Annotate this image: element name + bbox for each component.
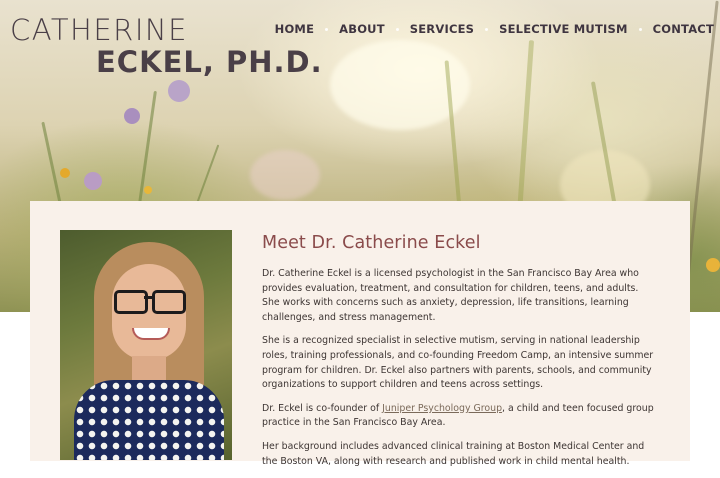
about-paragraph-4: Her background includes advanced clinica… — [262, 440, 645, 467]
nav-services[interactable]: SERVICES — [410, 22, 474, 36]
nav-contact[interactable]: CONTACT — [653, 22, 714, 36]
nav-separator-dot — [485, 27, 489, 31]
logo-last-name-credentials: ECKEL, PH.D. — [96, 45, 323, 79]
nav-separator-dot — [638, 27, 642, 31]
photo-polka-dot-shirt — [74, 380, 224, 460]
photo-glasses-left — [114, 290, 148, 314]
photo-glasses-bridge — [144, 296, 152, 299]
about-content: Meet Dr. Catherine Eckel Dr. Catherine E… — [262, 233, 658, 478]
about-heading: Meet Dr. Catherine Eckel — [262, 233, 481, 253]
portrait-photo — [60, 230, 232, 460]
about-card: Meet Dr. Catherine Eckel Dr. Catherine E… — [30, 201, 690, 467]
about-paragraph-3-lead: Dr. Eckel is co-founder of — [262, 402, 383, 414]
photo-smile — [132, 328, 170, 340]
about-paragraph-2: She is a recognized specialist in select… — [262, 335, 654, 391]
juniper-psychology-group-link[interactable]: Juniper Psychology Group — [382, 403, 502, 414]
photo-glasses-right — [152, 290, 186, 314]
nav-about[interactable]: ABOUT — [339, 22, 385, 36]
nav-separator-dot — [395, 27, 399, 31]
about-paragraph-3: Dr. Eckel is co-founder of Juniper Psych… — [262, 402, 658, 431]
nav-home[interactable]: HOME — [275, 22, 315, 36]
about-paragraph-1: Dr. Catherine Eckel is a licensed psycho… — [262, 268, 639, 323]
nav-selective-mutism[interactable]: SELECTIVE MUTISM — [499, 22, 627, 36]
nav-separator-dot — [325, 27, 329, 31]
main-navigation: HOME ABOUT SERVICES SELECTIVE MUTISM CON… — [275, 22, 714, 36]
